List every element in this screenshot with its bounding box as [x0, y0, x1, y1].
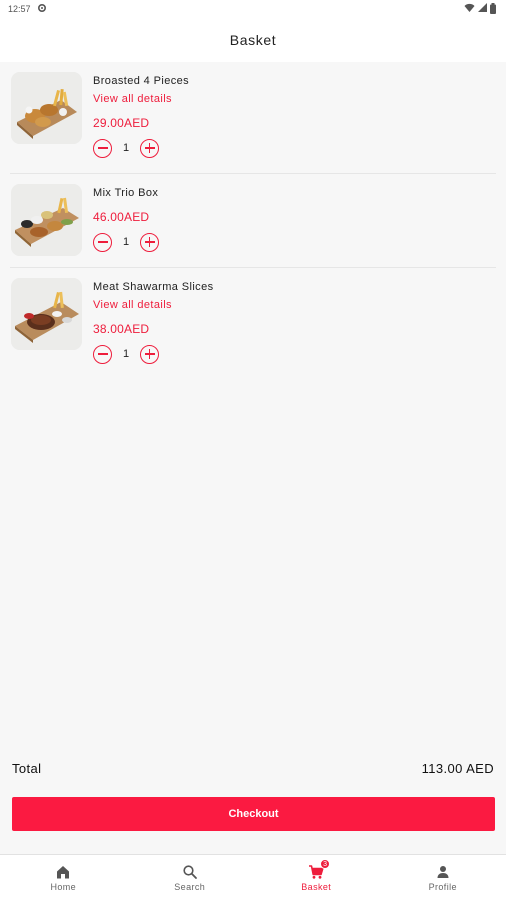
- total-row: Total 113.00 AED: [12, 758, 494, 778]
- settings-gear-icon: [37, 3, 47, 15]
- nav-item-basket[interactable]: 3 Basket: [253, 855, 380, 900]
- basket-list: Broasted 4 Pieces View all details 29.00…: [0, 62, 506, 372]
- item-name: Mix Trio Box: [93, 187, 159, 199]
- increase-quantity-button[interactable]: [140, 232, 159, 252]
- view-details-link[interactable]: View all details: [93, 93, 172, 105]
- nav-label-basket: Basket: [301, 881, 332, 892]
- nav-label-home: Home: [50, 881, 77, 892]
- status-time: 12:57: [8, 4, 31, 14]
- cart-icon: 3: [308, 858, 331, 880]
- checkout-button[interactable]: Checkout: [12, 797, 495, 831]
- basket-count-badge: 3: [320, 858, 331, 869]
- person-icon: [435, 864, 451, 880]
- nav-item-profile[interactable]: Profile: [380, 855, 506, 900]
- item-price: 38.00AED: [93, 322, 150, 336]
- basket-item: Broasted 4 Pieces View all details 29.00…: [10, 62, 496, 174]
- page-title: Basket: [229, 32, 277, 48]
- item-image-mix-trio: [11, 184, 82, 256]
- basket-item: Meat Shawarma Slices View all details 38…: [10, 268, 496, 372]
- total-value: 113.00 AED: [421, 760, 494, 776]
- home-icon: [55, 864, 71, 880]
- nav-item-search[interactable]: Search: [127, 855, 254, 900]
- quantity-stepper: 1: [93, 138, 159, 158]
- item-price: 29.00AED: [93, 116, 150, 130]
- status-bar: 12:57: [0, 0, 506, 18]
- quantity-stepper: 1: [93, 344, 159, 364]
- nav-item-home[interactable]: Home: [0, 855, 127, 900]
- increase-quantity-button[interactable]: [140, 138, 159, 158]
- battery-icon: [490, 2, 496, 16]
- decrease-quantity-button[interactable]: [93, 232, 112, 252]
- increase-quantity-button[interactable]: [140, 344, 159, 364]
- item-image-meat-shawarma: [11, 278, 82, 350]
- item-price: 46.00AED: [93, 210, 150, 224]
- total-label: Total: [12, 760, 42, 776]
- item-name: Broasted 4 Pieces: [93, 75, 190, 87]
- item-image-broasted: [11, 72, 82, 144]
- item-name: Meat Shawarma Slices: [93, 281, 214, 293]
- nav-label-search: Search: [174, 881, 206, 892]
- quantity-value: 1: [122, 348, 130, 360]
- bottom-navigation: Home Search 3 Basket Profile: [0, 854, 506, 900]
- wifi-icon: [464, 3, 475, 15]
- search-icon: [182, 864, 198, 880]
- decrease-quantity-button[interactable]: [93, 138, 112, 158]
- quantity-stepper: 1: [93, 232, 159, 252]
- quantity-value: 1: [122, 142, 130, 154]
- app-header: Basket: [0, 18, 506, 62]
- nav-label-profile: Profile: [428, 881, 457, 892]
- view-details-link[interactable]: View all details: [93, 299, 172, 311]
- decrease-quantity-button[interactable]: [93, 344, 112, 364]
- basket-item: Mix Trio Box 46.00AED 1: [10, 174, 496, 268]
- signal-icon: [478, 3, 487, 15]
- quantity-value: 1: [122, 236, 130, 248]
